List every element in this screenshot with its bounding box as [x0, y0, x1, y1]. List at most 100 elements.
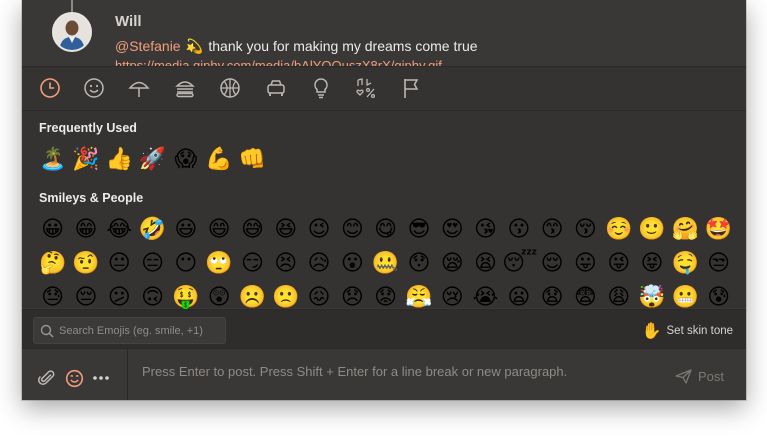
emoji-button[interactable] — [63, 367, 85, 389]
emoji-button[interactable]: ☹️ — [236, 282, 269, 312]
emoji-button[interactable]: 😑 — [136, 248, 169, 278]
category-symbols-tab[interactable] — [353, 75, 379, 101]
burger-icon — [175, 81, 195, 98]
emoji-button[interactable]: 😏 — [236, 248, 269, 278]
emoji-button[interactable]: 😆 — [269, 214, 302, 244]
emoji-button[interactable]: ☺️ — [602, 214, 635, 244]
emoji-button[interactable]: 🤑 — [169, 282, 202, 312]
message-link[interactable]: https://media.giphy.com/media/bAlYQOuszX… — [115, 58, 442, 66]
emoji-button[interactable]: 😜 — [602, 248, 635, 278]
emoji-button[interactable]: 😲 — [202, 282, 235, 312]
emoji-button[interactable]: 😦 — [502, 282, 535, 312]
emoji-button[interactable]: 😎 — [402, 214, 435, 244]
emoji-button[interactable]: 😔 — [69, 282, 102, 312]
emoji-button[interactable]: 😍 — [436, 214, 469, 244]
emoji-button[interactable]: 🙃 — [136, 282, 169, 312]
emoji-button[interactable]: 😬 — [669, 282, 702, 312]
emoji-button[interactable]: 😭 — [469, 282, 502, 312]
emoji-button[interactable]: 😪 — [436, 248, 469, 278]
emoji-search-input[interactable] — [59, 324, 219, 337]
emoji-button[interactable]: 😄 — [202, 214, 235, 244]
emoji-button[interactable]: 😗 — [502, 214, 535, 244]
category-travel-tab[interactable] — [263, 75, 289, 101]
emoji-button[interactable]: 😌 — [535, 248, 568, 278]
emoji-button[interactable]: 🙂 — [635, 214, 668, 244]
emoji-button[interactable]: 😴 — [502, 248, 537, 278]
category-activity-tab[interactable] — [217, 75, 243, 101]
emoji-button[interactable]: 😮 — [336, 248, 369, 278]
composer-tools — [22, 349, 128, 400]
category-smileys-tab[interactable] — [81, 75, 107, 101]
emoji-button[interactable]: 😝 — [635, 248, 668, 278]
emoji-button[interactable]: 🤯 — [635, 282, 668, 312]
emoji-button[interactable]: 😧 — [535, 282, 568, 312]
emoji-button[interactable]: 🤩 — [702, 214, 735, 244]
emoji-button[interactable]: 🙁 — [269, 282, 302, 312]
emoji-button[interactable]: 😯 — [402, 248, 435, 278]
category-nature-tab[interactable] — [126, 75, 152, 101]
emoji-button[interactable]: 😃 — [169, 214, 202, 244]
emoji-button[interactable]: 😤 — [402, 282, 435, 312]
emoji-button[interactable]: 😣 — [269, 248, 302, 278]
emoji-button[interactable]: 😀 — [36, 214, 69, 244]
category-food-tab[interactable] — [172, 75, 198, 101]
emoji-button[interactable]: 🤔 — [36, 248, 69, 278]
emoji-button[interactable]: 😐 — [103, 248, 136, 278]
emoji-button[interactable]: 🙄 — [202, 248, 235, 278]
emoji-button[interactable]: 😞 — [336, 282, 369, 312]
symbols-icon — [356, 78, 376, 99]
attach-button[interactable] — [36, 367, 58, 389]
emoji-button[interactable]: 🤨 — [69, 248, 102, 278]
emoji-button[interactable]: 😖 — [302, 282, 335, 312]
emoji-button[interactable]: 😋 — [369, 214, 402, 244]
emoji-button[interactable]: 😛 — [569, 248, 602, 278]
emoji-button[interactable]: 😒 — [702, 248, 735, 278]
emoji-button[interactable]: 😅 — [236, 214, 269, 244]
emoji-button[interactable]: 😨 — [569, 282, 602, 312]
category-recent-tab[interactable] — [37, 75, 63, 101]
emoji-button[interactable]: 😉 — [302, 214, 335, 244]
emoji-button[interactable]: 😢 — [436, 282, 469, 312]
emoji-button[interactable]: 😂 — [103, 214, 136, 244]
emoji-button[interactable]: 😘 — [469, 214, 502, 244]
emoji-button[interactable]: 🤗 — [669, 214, 702, 244]
emoji-button[interactable]: 🎉 — [69, 144, 102, 174]
emoji-button[interactable]: 💪 — [202, 144, 235, 174]
emoji-button[interactable]: 👊 — [236, 144, 269, 174]
mention[interactable]: @Stefanie — [115, 38, 181, 54]
message-input[interactable]: Press Enter to post. Press Shift + Enter… — [142, 364, 567, 379]
emoji-button[interactable]: 🤐 — [369, 248, 402, 278]
avatar[interactable] — [52, 12, 92, 52]
message: Will @Stefanie 💫 thank you for making my… — [22, 0, 746, 66]
emoji-button[interactable]: 😊 — [336, 214, 369, 244]
post-button[interactable]: Post — [675, 369, 724, 384]
emoji-button[interactable]: 😱 — [169, 144, 202, 174]
category-objects-tab[interactable] — [308, 75, 334, 101]
emoji-button[interactable]: 😟 — [369, 282, 402, 312]
emoji-button[interactable]: 🏝️ — [36, 144, 69, 174]
more-options-button[interactable] — [90, 367, 112, 389]
emoji-button[interactable]: 😚 — [569, 214, 602, 244]
post-label: Post — [697, 369, 724, 384]
set-skin-tone-button[interactable]: ✋ Set skin tone — [642, 321, 733, 341]
emoji-button[interactable]: 😓 — [36, 282, 69, 312]
emoji-button[interactable]: 😁 — [69, 214, 102, 244]
emoji-button[interactable]: 😩 — [602, 282, 635, 312]
emoji-button[interactable]: 😙 — [535, 214, 568, 244]
message-body: thank you for making my dreams come true — [208, 38, 478, 54]
category-flags-tab[interactable] — [398, 75, 424, 101]
emoji-picker: Frequently Used 🏝️ 🎉 👍 🚀 😱 💪 👊 Smileys & Peopl… — [22, 66, 746, 349]
emoji-button[interactable]: 😰 — [702, 282, 735, 312]
emoji-button[interactable]: 😫 — [469, 248, 502, 278]
emoji-button[interactable]: 😕 — [103, 282, 136, 312]
emoji-button[interactable]: 😥 — [302, 248, 335, 278]
emoji-button[interactable]: 👍 — [103, 144, 136, 174]
emoji-button[interactable]: 😶 — [169, 248, 202, 278]
skin-tone-label: Set skin tone — [666, 325, 733, 337]
composer: Press Enter to post. Press Shift + Enter… — [22, 348, 746, 400]
message-author[interactable]: Will — [115, 13, 142, 30]
emoji-button[interactable]: 🤤 — [669, 248, 702, 278]
emoji-button[interactable]: 🚀 — [136, 144, 169, 174]
lightbulb-icon — [314, 78, 328, 99]
emoji-button[interactable]: 🤣 — [136, 214, 169, 244]
